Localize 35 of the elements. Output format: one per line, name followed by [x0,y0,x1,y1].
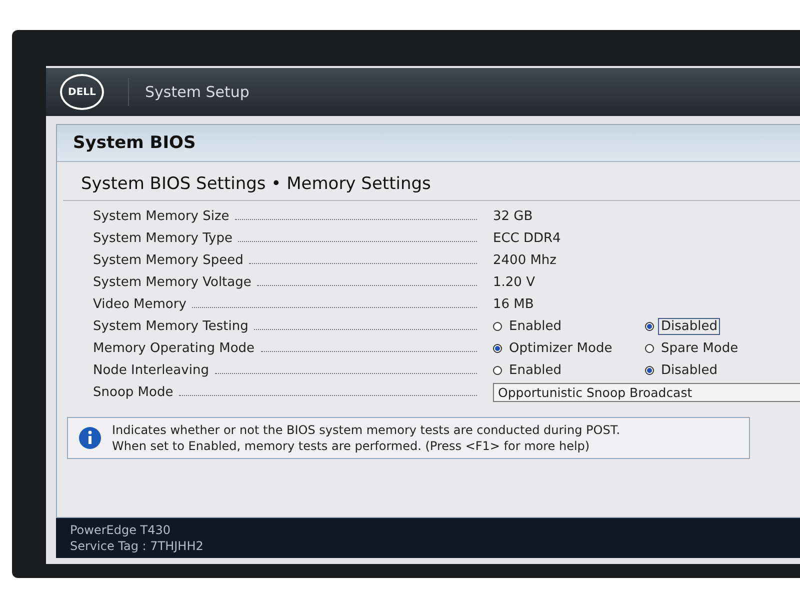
setting-label: Node Interleaving [93,362,209,378]
setting-label: System Memory Speed [93,252,244,268]
help-text: Indicates whether or not the BIOS system memory tests are conducted during POST. When set to Enabled, memory tests are performed. (Press <F1> for more help) [112,422,620,454]
info-icon [78,426,102,450]
setting-value: 32 GB [493,208,534,224]
setting-label: System Memory Type [93,230,232,246]
setting-value: 16 MB [493,296,535,312]
service-tag: Service Tag : 7THJHH2 [70,538,786,554]
model-name: PowerEdge T430 [70,522,172,538]
setting-label: Video Memory [93,296,186,312]
radio-option-label[interactable]: Enabled [506,362,565,378]
setting-value: ECC DDR4 [493,230,562,246]
setting-label: System Memory Size [93,208,230,224]
radio-option-label[interactable]: Disabled [658,362,720,378]
radio-button[interactable] [493,344,502,352]
radio-option-label[interactable]: Disabled [658,318,720,334]
page-subtitle: System BIOS Settings • Memory Settings [63,162,800,201]
app-title: System Setup [128,78,250,106]
setting-label: Snoop Mode [93,384,174,400]
radio-option-label[interactable]: Optimizer Mode [506,340,616,356]
setting-value: 1.20 V [493,274,536,290]
setting-value: 2400 Mhz [493,252,558,268]
radio-button[interactable] [645,322,654,330]
radio-option-label[interactable]: Spare Mode [658,340,742,356]
setting-label: Memory Operating Mode [93,340,255,356]
panel-title: System BIOS [57,125,800,162]
radio-option-label[interactable]: Enabled [506,318,565,334]
setting-label: System Memory Voltage [93,274,252,290]
setting-label: System Memory Testing [93,318,248,334]
radio-button[interactable] [645,344,654,352]
radio-button[interactable] [493,366,502,374]
radio-button[interactable] [493,322,502,330]
radio-button[interactable] [645,366,654,374]
dropdown-field[interactable]: Opportunistic Snoop Broadcast [493,382,800,402]
logo: DELL [60,74,104,110]
